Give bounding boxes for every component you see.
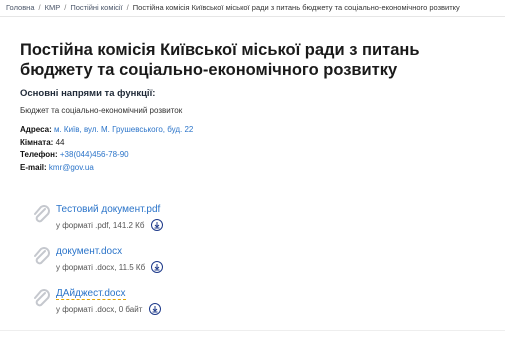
attachment-meta-text: у форматі .pdf, 141.2 Кб xyxy=(56,221,145,231)
breadcrumb-separator: / xyxy=(126,3,129,12)
attachment-meta: у форматі .docx, 0 байт xyxy=(56,303,161,316)
phone-link[interactable]: +38(044)456-78-90 xyxy=(60,150,129,159)
paperclip-icon xyxy=(34,205,50,223)
attachment-meta: у форматі .pdf, 141.2 Кб xyxy=(56,219,163,232)
page-title: Постійна комісія Київської міської ради … xyxy=(20,41,420,79)
top-divider xyxy=(0,16,505,17)
attachment-link[interactable]: Тестовий документ.pdf xyxy=(56,204,160,215)
email-label: E-mail: xyxy=(20,162,47,172)
breadcrumb-current: Постійна комісія Київської міської ради … xyxy=(132,3,460,12)
address-label: Адреса: xyxy=(20,125,52,134)
attachment-item: ДАйджест.docx у форматі .docx, 0 байт xyxy=(32,287,332,329)
breadcrumb-kmr[interactable]: КМР xyxy=(45,3,61,12)
address-row: Адреса: м. Київ, вул. М. Грушевського, б… xyxy=(20,124,193,137)
paperclip-icon xyxy=(34,289,50,307)
attachment-link[interactable]: документ.docx xyxy=(56,246,122,257)
attachments-list: Тестовий документ.pdf у форматі .pdf, 14… xyxy=(32,203,332,329)
paperclip-icon xyxy=(34,247,50,265)
breadcrumb-home[interactable]: Головна xyxy=(6,3,35,12)
attachment-meta: у форматі .docx, 11.5 Кб xyxy=(56,261,164,274)
attachment-meta-text: у форматі .docx, 0 байт xyxy=(56,305,143,315)
room-row: Кімната: 44 xyxy=(20,137,193,150)
room-label: Кімната: xyxy=(20,137,54,147)
address-value[interactable]: м. Київ, вул. М. Грушевського, буд. 22 xyxy=(54,125,193,134)
functions-heading: Основні напрями та функції: xyxy=(20,88,156,99)
attachment-item: Тестовий документ.pdf у форматі .pdf, 14… xyxy=(32,203,332,245)
phone-row: Телефон: +38(044)456-78-90 xyxy=(20,149,193,162)
email-row: E-mail: kmr@gov.ua xyxy=(20,162,193,175)
attachment-meta-text: у форматі .docx, 11.5 Кб xyxy=(56,263,146,273)
breadcrumb: Головна / КМР / Постійні комісії / Постійна ко… xyxy=(6,3,460,12)
phone-label: Телефон: xyxy=(20,150,58,159)
bottom-divider xyxy=(0,330,505,331)
email-link[interactable]: kmr@gov.ua xyxy=(49,163,94,172)
contacts-block: Адреса: м. Київ, вул. М. Грушевського, б… xyxy=(20,124,193,174)
download-icon[interactable] xyxy=(150,219,163,231)
room-value: 44 xyxy=(55,137,65,147)
functions-text: Бюджет та соціально-економічний розвиток xyxy=(20,106,183,115)
attachment-item: документ.docx у форматі .docx, 11.5 Кб xyxy=(32,245,332,287)
breadcrumb-commissions[interactable]: Постійні комісії xyxy=(70,3,122,12)
download-icon[interactable] xyxy=(148,303,161,315)
breadcrumb-separator: / xyxy=(38,3,41,12)
breadcrumb-separator: / xyxy=(64,3,67,12)
download-icon[interactable] xyxy=(151,261,164,273)
attachment-link[interactable]: ДАйджест.docx xyxy=(56,288,126,300)
